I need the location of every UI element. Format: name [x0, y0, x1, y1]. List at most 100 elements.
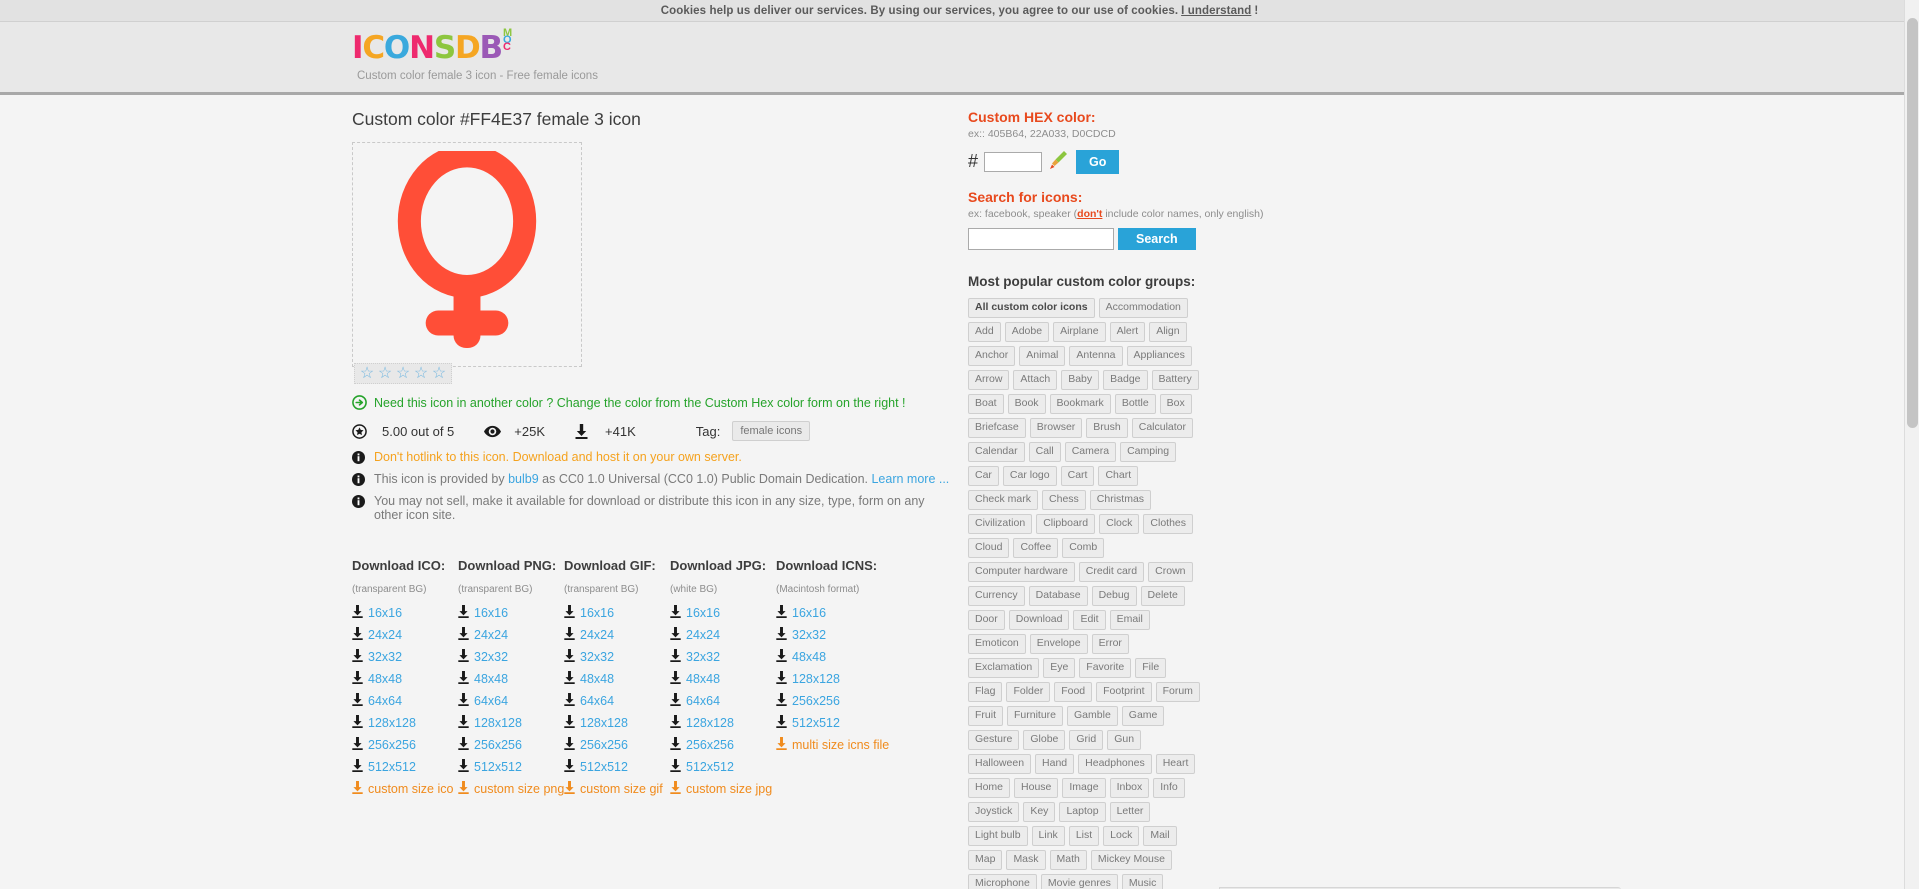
color-group-globe[interactable]: Globe — [1023, 730, 1066, 750]
color-group-map[interactable]: Map — [968, 850, 1003, 870]
iconsdb-logo[interactable]: ICONSDB M O C — [352, 28, 612, 67]
color-group-microphone[interactable]: Microphone — [968, 874, 1037, 889]
color-group-list[interactable]: List — [1068, 826, 1100, 846]
download-link-24x24[interactable]: 24x24 — [352, 627, 458, 643]
cookie-accept-link[interactable]: I understand — [1181, 5, 1251, 17]
color-group-food[interactable]: Food — [1054, 682, 1093, 702]
rating-star-1[interactable]: ☆ — [358, 365, 376, 383]
download-link-256x256[interactable]: 256x256 — [564, 737, 670, 753]
color-group-mail[interactable]: Mail — [1143, 826, 1177, 846]
color-group-halloween[interactable]: Halloween — [968, 754, 1032, 774]
color-group-furniture[interactable]: Furniture — [1007, 706, 1064, 726]
color-group-car[interactable]: Car — [968, 466, 999, 486]
color-group-game[interactable]: Game — [1121, 706, 1165, 726]
color-group-database[interactable]: Database — [1028, 586, 1088, 606]
download-link-512x512[interactable]: 512x512 — [458, 759, 564, 775]
download-link-32x32[interactable]: 32x32 — [776, 627, 896, 643]
color-group-camping[interactable]: Camping — [1120, 442, 1177, 462]
download-link-64x64[interactable]: 64x64 — [352, 693, 458, 709]
download-link-256x256[interactable]: 256x256 — [670, 737, 776, 753]
rating-star-4[interactable]: ☆ — [412, 365, 430, 383]
color-group-info[interactable]: Info — [1153, 778, 1185, 798]
color-group-folder[interactable]: Folder — [1006, 682, 1051, 702]
hex-color-input[interactable] — [984, 151, 1043, 172]
download-link-256x256[interactable]: 256x256 — [776, 693, 896, 709]
color-group-edit[interactable]: Edit — [1073, 610, 1106, 630]
download-link-256x256[interactable]: 256x256 — [352, 737, 458, 753]
download-link-16x16[interactable]: 16x16 — [352, 605, 458, 621]
download-link-48x48[interactable]: 48x48 — [564, 671, 670, 687]
color-group-antenna[interactable]: Antenna — [1069, 346, 1123, 366]
color-group-letter[interactable]: Letter — [1109, 802, 1151, 822]
color-group-envelope[interactable]: Envelope — [1029, 634, 1088, 654]
download-link-16x16[interactable]: 16x16 — [458, 605, 564, 621]
hex-go-button[interactable]: Go — [1076, 149, 1120, 174]
color-group-clock[interactable]: Clock — [1099, 514, 1140, 534]
color-group-clothes[interactable]: Clothes — [1143, 514, 1194, 534]
color-group-grid[interactable]: Grid — [1069, 730, 1104, 750]
color-group-joystick[interactable]: Joystick — [968, 802, 1020, 822]
color-group-all-custom-color-icons[interactable]: All custom color icons — [968, 298, 1095, 318]
color-group-download[interactable]: Download — [1008, 610, 1070, 630]
tag-chip-female-icons[interactable]: female icons — [732, 421, 811, 441]
download-link-128x128[interactable]: 128x128 — [564, 715, 670, 731]
download-link-48x48[interactable]: 48x48 — [352, 671, 458, 687]
color-group-flag[interactable]: Flag — [968, 682, 1003, 702]
color-group-alert[interactable]: Alert — [1109, 322, 1146, 342]
color-group-battery[interactable]: Battery — [1151, 370, 1199, 390]
color-group-math[interactable]: Math — [1049, 850, 1087, 870]
color-group-christmas[interactable]: Christmas — [1089, 490, 1152, 510]
color-group-book[interactable]: Book — [1007, 394, 1046, 414]
color-group-appliances[interactable]: Appliances — [1126, 346, 1192, 366]
color-group-headphones[interactable]: Headphones — [1078, 754, 1152, 774]
color-group-lock[interactable]: Lock — [1103, 826, 1140, 846]
color-group-cloud[interactable]: Cloud — [968, 538, 1010, 558]
color-group-calendar[interactable]: Calendar — [968, 442, 1025, 462]
color-group-favorite[interactable]: Favorite — [1079, 658, 1132, 678]
color-group-image[interactable]: Image — [1062, 778, 1106, 798]
color-group-accommodation[interactable]: Accommodation — [1098, 298, 1188, 318]
color-group-anchor[interactable]: Anchor — [968, 346, 1016, 366]
color-group-house[interactable]: House — [1014, 778, 1059, 798]
download-link-32x32[interactable]: 32x32 — [458, 649, 564, 665]
color-group-chess[interactable]: Chess — [1042, 490, 1086, 510]
color-group-check-mark[interactable]: Check mark — [968, 490, 1039, 510]
color-group-chart[interactable]: Chart — [1098, 466, 1139, 486]
color-group-credit-card[interactable]: Credit card — [1078, 562, 1145, 582]
color-group-clipboard[interactable]: Clipboard — [1036, 514, 1096, 534]
color-group-gun[interactable]: Gun — [1107, 730, 1142, 750]
download-link-16x16[interactable]: 16x16 — [670, 605, 776, 621]
color-group-box[interactable]: Box — [1159, 394, 1192, 414]
color-group-airplane[interactable]: Airplane — [1053, 322, 1106, 342]
color-group-music[interactable]: Music — [1121, 874, 1164, 889]
rating-star-5[interactable]: ☆ — [430, 365, 448, 383]
color-group-align[interactable]: Align — [1149, 322, 1187, 342]
download-link-64x64[interactable]: 64x64 — [670, 693, 776, 709]
color-group-file[interactable]: File — [1135, 658, 1167, 678]
author-link-bulb9[interactable]: bulb9 — [508, 472, 539, 486]
color-group-computer-hardware[interactable]: Computer hardware — [968, 562, 1075, 582]
color-group-eye[interactable]: Eye — [1043, 658, 1076, 678]
color-group-browser[interactable]: Browser — [1029, 418, 1083, 438]
download-link-48x48[interactable]: 48x48 — [458, 671, 564, 687]
color-group-mask[interactable]: Mask — [1006, 850, 1046, 870]
color-group-inbox[interactable]: Inbox — [1109, 778, 1150, 798]
color-group-call[interactable]: Call — [1028, 442, 1061, 462]
color-group-calculator[interactable]: Calculator — [1131, 418, 1194, 438]
download-link-128x128[interactable]: 128x128 — [776, 671, 896, 687]
download-link-64x64[interactable]: 64x64 — [564, 693, 670, 709]
rating-star-3[interactable]: ☆ — [394, 365, 412, 383]
color-group-badge[interactable]: Badge — [1103, 370, 1148, 390]
color-group-bookmark[interactable]: Bookmark — [1049, 394, 1111, 414]
color-group-cart[interactable]: Cart — [1060, 466, 1095, 486]
download-link-32x32[interactable]: 32x32 — [670, 649, 776, 665]
color-group-door[interactable]: Door — [968, 610, 1005, 630]
color-group-attach[interactable]: Attach — [1013, 370, 1058, 390]
site-logo-block[interactable]: ICONSDB M O C Custom color female 3 icon - … — [352, 28, 612, 83]
download-link-128x128[interactable]: 128x128 — [458, 715, 564, 731]
color-group-currency[interactable]: Currency — [968, 586, 1025, 606]
color-group-brush[interactable]: Brush — [1086, 418, 1128, 438]
custom-size-link[interactable]: multi size icns file — [776, 737, 896, 753]
color-group-laptop[interactable]: Laptop — [1059, 802, 1106, 822]
color-group-coffee[interactable]: Coffee — [1013, 538, 1059, 558]
